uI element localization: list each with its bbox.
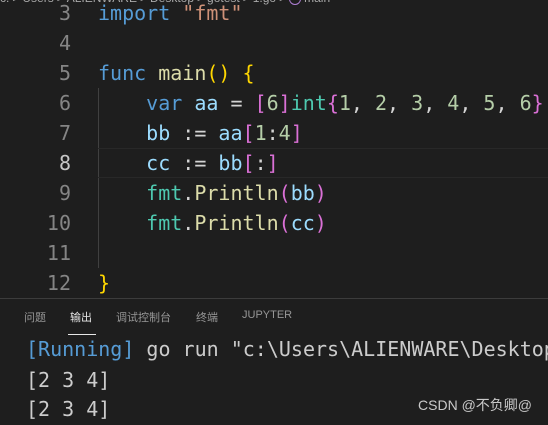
panel-tab[interactable]: 终端	[196, 309, 218, 325]
code-line[interactable]: 9 fmt.Println(bb)	[0, 178, 548, 208]
code-token: 4	[447, 91, 460, 115]
bottom-panel: 问题 输出 调试控制台 终端 JUPYTER [Running] go run "c:\…	[0, 298, 548, 425]
code-token: cc	[98, 151, 171, 175]
line-number: 12	[46, 271, 71, 295]
output-line: [2 3 4]	[26, 397, 111, 421]
code-token: var	[98, 91, 195, 115]
code-editor[interactable]: 3 import "fmt" 4 5 func main() {6 var aa = […	[0, 0, 548, 298]
code-token: ()	[206, 61, 231, 85]
code-token: {	[326, 91, 339, 115]
code-text: fmt.Println(bb)	[98, 178, 327, 208]
code-token: bb	[290, 181, 315, 205]
panel-tab[interactable]: 调试控制台	[116, 309, 171, 325]
code-token: ,	[459, 91, 484, 115]
code-token: [	[242, 151, 255, 175]
code-token: ,	[387, 91, 412, 115]
watermark: CSDN @不负卿@	[418, 397, 532, 413]
code-token: Println	[194, 181, 279, 205]
code-token: 6	[266, 91, 279, 115]
line-number: 4	[58, 31, 71, 55]
code-line[interactable]: 5 func main() {	[0, 58, 548, 88]
code-token: aa	[218, 121, 243, 145]
code-token: func	[98, 61, 159, 85]
code-token: [	[254, 91, 267, 115]
code-token: =	[218, 91, 255, 115]
code-token: ]	[290, 121, 303, 145]
code-token: ]	[266, 151, 279, 175]
line-number: 8	[58, 151, 71, 175]
code-token: Println	[194, 211, 279, 235]
code-line[interactable]: 6 var aa = [6]int{1, 2, 3, 4, 5, 6}	[0, 88, 548, 118]
code-token: :	[266, 121, 279, 145]
code-token: bb	[98, 121, 171, 145]
code-line[interactable]: 11	[0, 238, 548, 268]
code-token: )	[314, 211, 327, 235]
code-token: :=	[170, 151, 219, 175]
code-text: cc := bb[:]	[98, 148, 279, 178]
code-token: bb	[218, 151, 243, 175]
code-token: .	[182, 211, 195, 235]
code-token: {	[242, 61, 255, 85]
code-text: func main() {	[98, 58, 255, 88]
code-text: fmt.Println(cc)	[98, 208, 327, 238]
code-text: }	[98, 268, 110, 298]
code-token: fmt	[98, 211, 183, 235]
panel-tab[interactable]: 输出	[70, 309, 92, 325]
code-token: cc	[290, 211, 315, 235]
code-line[interactable]: 8 cc := bb[:]	[0, 148, 548, 178]
code-line[interactable]: 3 import "fmt"	[0, 0, 548, 28]
code-token: (	[278, 211, 291, 235]
line-number: 3	[58, 1, 71, 25]
panel-tab[interactable]: 问题	[24, 309, 46, 325]
line-number: 9	[58, 181, 71, 205]
code-token: ,	[423, 91, 448, 115]
code-line[interactable]: 12}	[0, 268, 548, 298]
line-number: 10	[46, 211, 71, 235]
code-token: }	[98, 271, 111, 295]
output-command: go run "c:\Users\ALIENWARE\Desktop	[134, 337, 548, 361]
code-token: 4	[278, 121, 291, 145]
code-token: fmt	[98, 181, 183, 205]
code-token: 3	[411, 91, 424, 115]
output-line-command: [Running] go run "c:\Users\ALIENWARE\Des…	[26, 335, 548, 363]
code-text: import "fmt"	[98, 0, 243, 28]
line-number: 11	[46, 241, 71, 265]
output-line: [2 3 4]	[26, 368, 111, 392]
code-token: 5	[483, 91, 496, 115]
code-token: aa	[194, 91, 219, 115]
code-token: )	[314, 181, 327, 205]
code-token: ]	[278, 91, 291, 115]
code-token: 1	[338, 91, 351, 115]
line-number: 7	[58, 121, 71, 145]
code-line[interactable]: 4	[0, 28, 548, 58]
code-token: ,	[495, 91, 520, 115]
code-token: int	[290, 91, 327, 115]
panel-tab[interactable]: JUPYTER	[242, 309, 292, 321]
code-token: .	[182, 181, 195, 205]
code-token: ,	[350, 91, 375, 115]
code-token: :=	[170, 121, 219, 145]
code-token: 6	[519, 91, 532, 115]
code-token: import	[98, 1, 183, 25]
code-token: }	[531, 91, 544, 115]
line-number: 5	[58, 61, 71, 85]
code-text: var aa = [6]int{1, 2, 3, 4, 5, 6}	[98, 88, 544, 118]
code-token: "fmt"	[182, 1, 243, 25]
code-token: 1	[254, 121, 267, 145]
code-token: main	[158, 61, 207, 85]
code-line[interactable]: 10 fmt.Println(cc)	[0, 208, 548, 238]
running-tag: [Running]	[26, 337, 135, 361]
code-line[interactable]: 7 bb := aa[1:4]	[0, 118, 548, 148]
code-token: [	[242, 121, 255, 145]
code-token: (	[278, 181, 291, 205]
code-token: 2	[375, 91, 388, 115]
code-text: bb := aa[1:4]	[98, 118, 303, 148]
code-token: :	[254, 151, 267, 175]
line-number: 6	[58, 91, 71, 115]
